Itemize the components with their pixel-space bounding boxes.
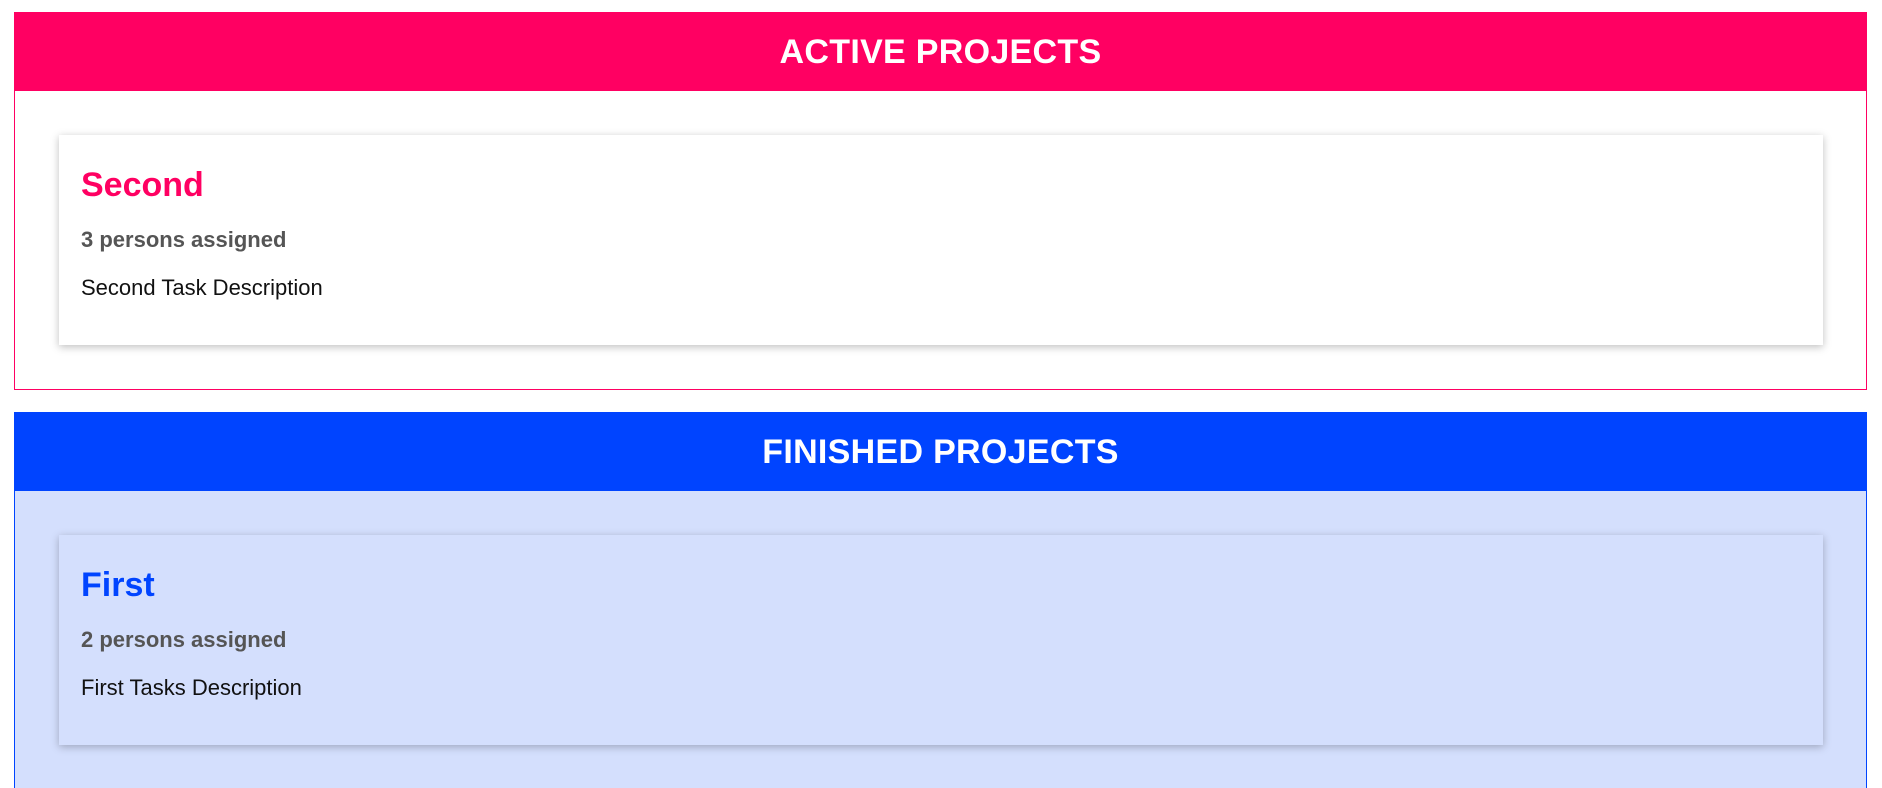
page: ACTIVE PROJECTS Second 3 persons assigne… — [0, 0, 1882, 788]
finished-projects-section: FINISHED PROJECTS First 2 persons assign… — [14, 412, 1867, 788]
active-projects-header: ACTIVE PROJECTS — [15, 13, 1866, 91]
active-projects-section: ACTIVE PROJECTS Second 3 persons assigne… — [14, 12, 1867, 390]
finished-projects-header: FINISHED PROJECTS — [15, 413, 1866, 491]
project-title: Second — [81, 166, 204, 204]
project-card-first[interactable]: First 2 persons assigned First Tasks Des… — [59, 535, 1823, 745]
project-description: Second Task Description — [81, 275, 323, 300]
project-title: First — [81, 566, 155, 604]
project-card-second[interactable]: Second 3 persons assigned Second Task De… — [59, 135, 1823, 345]
project-assigned-count: 3 persons assigned — [81, 227, 287, 252]
project-assigned-count: 2 persons assigned — [81, 627, 287, 652]
finished-projects-title: FINISHED PROJECTS — [762, 432, 1119, 471]
active-projects-title: ACTIVE PROJECTS — [779, 32, 1102, 71]
project-description: First Tasks Description — [81, 675, 302, 700]
